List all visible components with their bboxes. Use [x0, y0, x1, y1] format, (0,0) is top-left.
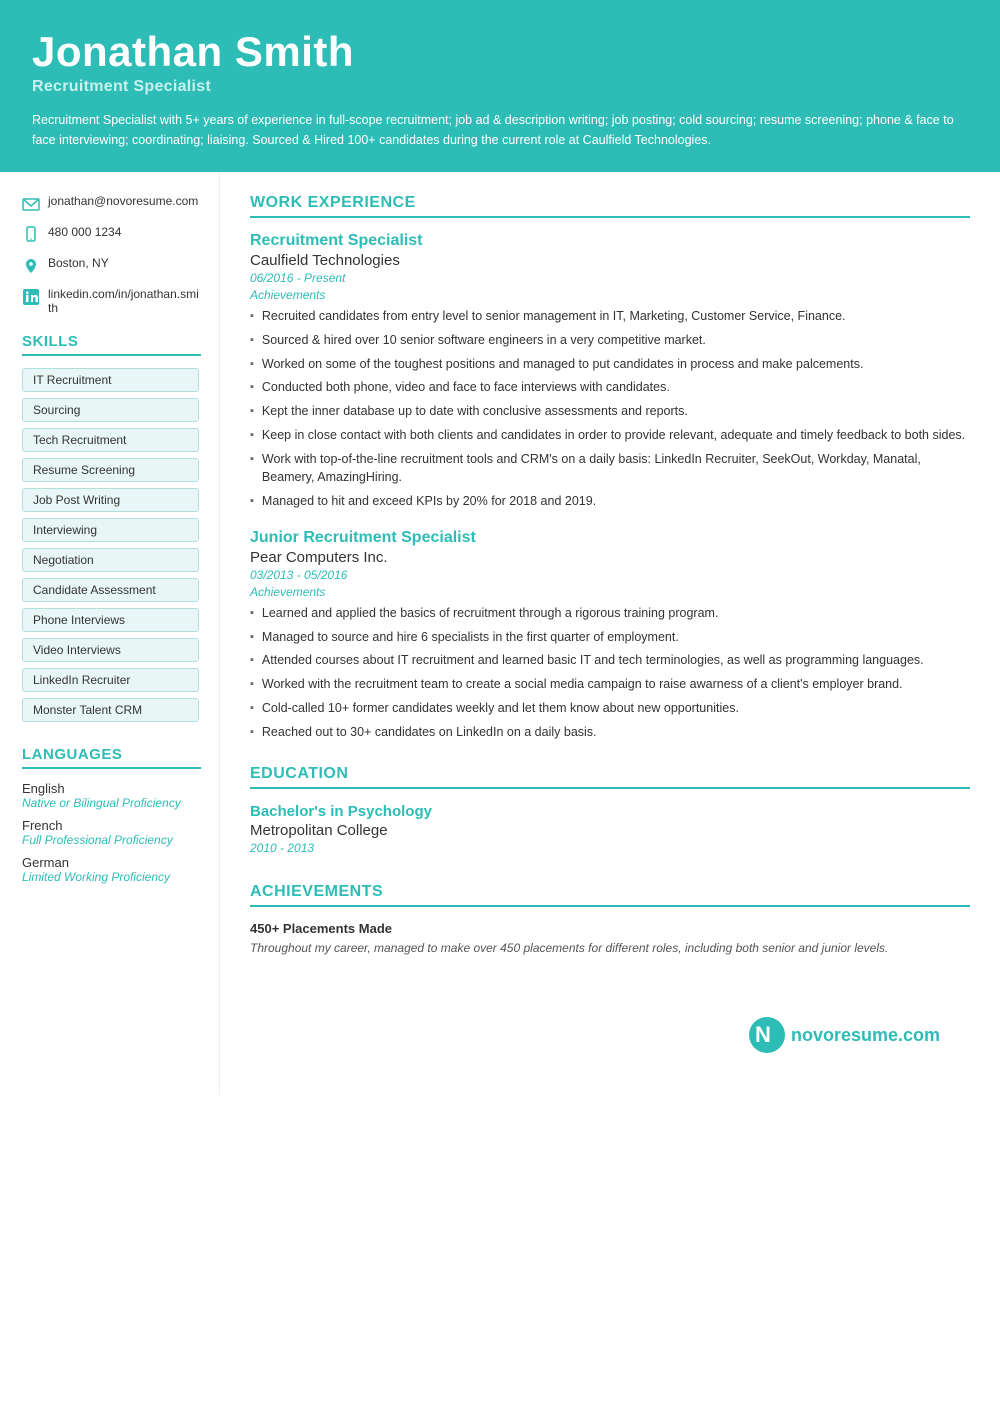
bullet-item: Sourced & hired over 10 senior software …	[250, 331, 970, 350]
lang-english-name: English	[22, 781, 201, 796]
lang-german-level: Limited Working Proficiency	[22, 870, 201, 884]
bullet-item: Worked on some of the toughest positions…	[250, 355, 970, 374]
novoresume-logo: N novoresume.com	[749, 1017, 940, 1053]
bullet-item: Cold-called 10+ former candidates weekly…	[250, 699, 970, 718]
skill-negotiation: Negotiation	[22, 548, 199, 572]
job-1-achievements-label: Achievements	[250, 288, 970, 302]
lang-german-name: German	[22, 855, 201, 870]
skills-section-title: SKILLS	[22, 333, 201, 356]
bullet-item: Conducted both phone, video and face to …	[250, 378, 970, 397]
bullet-item: Worked with the recruitment team to crea…	[250, 675, 970, 694]
languages-section-title: LANGUAGES	[22, 746, 201, 769]
job-2-title: Junior Recruitment Specialist	[250, 529, 970, 547]
phone-value: 480 000 1234	[48, 225, 121, 239]
bullet-item: Recruited candidates from entry level to…	[250, 307, 970, 326]
contact-location: Boston, NY	[22, 256, 201, 275]
lang-french-level: Full Professional Proficiency	[22, 833, 201, 847]
skill-interviewing: Interviewing	[22, 518, 199, 542]
novoresume-logo-text: novoresume.com	[791, 1025, 940, 1046]
job-1-bullets: Recruited candidates from entry level to…	[250, 307, 970, 511]
skill-phone-interviews: Phone Interviews	[22, 608, 199, 632]
job-1-dates: 06/2016 - Present	[250, 271, 970, 285]
skill-resume-screening: Resume Screening	[22, 458, 199, 482]
edu-school: Metropolitan College	[250, 822, 970, 839]
education-title: EDUCATION	[250, 765, 970, 789]
skill-candidate-assessment: Candidate Assessment	[22, 578, 199, 602]
job-2-dates: 03/2013 - 05/2016	[250, 568, 970, 582]
bullet-item: Kept the inner database up to date with …	[250, 402, 970, 421]
language-english: English Native or Bilingual Proficiency	[22, 781, 201, 810]
achievement-1-title: 450+ Placements Made	[250, 921, 970, 936]
education-item-1: Bachelor's in Psychology Metropolitan Co…	[250, 803, 970, 855]
lang-french-name: French	[22, 818, 201, 833]
bullet-item: Keep in close contact with both clients …	[250, 426, 970, 445]
linkedin-icon	[22, 288, 40, 306]
bullet-item: Attended courses about IT recruitment an…	[250, 651, 970, 670]
bullet-item: Managed to source and hire 6 specialists…	[250, 628, 970, 647]
contact-email: jonathan@novoresume.com	[22, 194, 201, 213]
skills-list: IT Recruitment Sourcing Tech Recruitment…	[22, 368, 201, 728]
edu-dates: 2010 - 2013	[250, 841, 970, 855]
location-icon	[22, 257, 40, 275]
language-german: German Limited Working Proficiency	[22, 855, 201, 884]
resume-header: Jonathan Smith Recruitment Specialist Re…	[0, 0, 1000, 172]
svg-text:N: N	[755, 1022, 771, 1047]
bullet-item: Reached out to 30+ candidates on LinkedI…	[250, 723, 970, 742]
contact-phone: 480 000 1234	[22, 225, 201, 244]
candidate-title: Recruitment Specialist	[32, 78, 968, 96]
linkedin-value: linkedin.com/in/jonathan.smith	[48, 287, 201, 315]
skill-job-post-writing: Job Post Writing	[22, 488, 199, 512]
job-2-company: Pear Computers Inc.	[250, 549, 970, 566]
job-2: Junior Recruitment Specialist Pear Compu…	[250, 529, 970, 742]
lang-english-level: Native or Bilingual Proficiency	[22, 796, 201, 810]
skill-video-interviews: Video Interviews	[22, 638, 199, 662]
contact-linkedin: linkedin.com/in/jonathan.smith	[22, 287, 201, 315]
skill-linkedin-recruiter: LinkedIn Recruiter	[22, 668, 199, 692]
achievements-title: ACHIEVEMENTS	[250, 883, 970, 907]
skill-it-recruitment: IT Recruitment	[22, 368, 199, 392]
skill-sourcing: Sourcing	[22, 398, 199, 422]
email-icon	[22, 195, 40, 213]
bullet-item: Learned and applied the basics of recrui…	[250, 604, 970, 623]
achievement-item-1: 450+ Placements Made Throughout my caree…	[250, 921, 970, 957]
location-value: Boston, NY	[48, 256, 109, 270]
achievement-1-desc: Throughout my career, managed to make ov…	[250, 939, 970, 957]
job-2-achievements-label: Achievements	[250, 585, 970, 599]
candidate-name: Jonathan Smith	[32, 28, 968, 76]
work-experience-title: WORK EXPERIENCE	[250, 194, 970, 218]
main-layout: jonathan@novoresume.com 480 000 1234 Bos…	[0, 172, 1000, 1095]
skill-tech-recruitment: Tech Recruitment	[22, 428, 199, 452]
job-2-bullets: Learned and applied the basics of recrui…	[250, 604, 970, 742]
header-summary: Recruitment Specialist with 5+ years of …	[32, 110, 968, 150]
bullet-item: Managed to hit and exceed KPIs by 20% fo…	[250, 492, 970, 511]
language-french: French Full Professional Proficiency	[22, 818, 201, 847]
edu-degree: Bachelor's in Psychology	[250, 803, 970, 820]
bullet-item: Work with top-of-the-line recruitment to…	[250, 450, 970, 488]
job-1: Recruitment Specialist Caulfield Technol…	[250, 232, 970, 511]
novoresume-logo-icon: N	[749, 1017, 785, 1053]
footer-logo-area: N novoresume.com	[250, 997, 970, 1073]
phone-icon	[22, 226, 40, 244]
main-content: WORK EXPERIENCE Recruitment Specialist C…	[220, 172, 1000, 1095]
email-value: jonathan@novoresume.com	[48, 194, 198, 208]
skill-monster-talent-crm: Monster Talent CRM	[22, 698, 199, 722]
job-1-company: Caulfield Technologies	[250, 252, 970, 269]
sidebar: jonathan@novoresume.com 480 000 1234 Bos…	[0, 172, 220, 1095]
job-1-title: Recruitment Specialist	[250, 232, 970, 250]
